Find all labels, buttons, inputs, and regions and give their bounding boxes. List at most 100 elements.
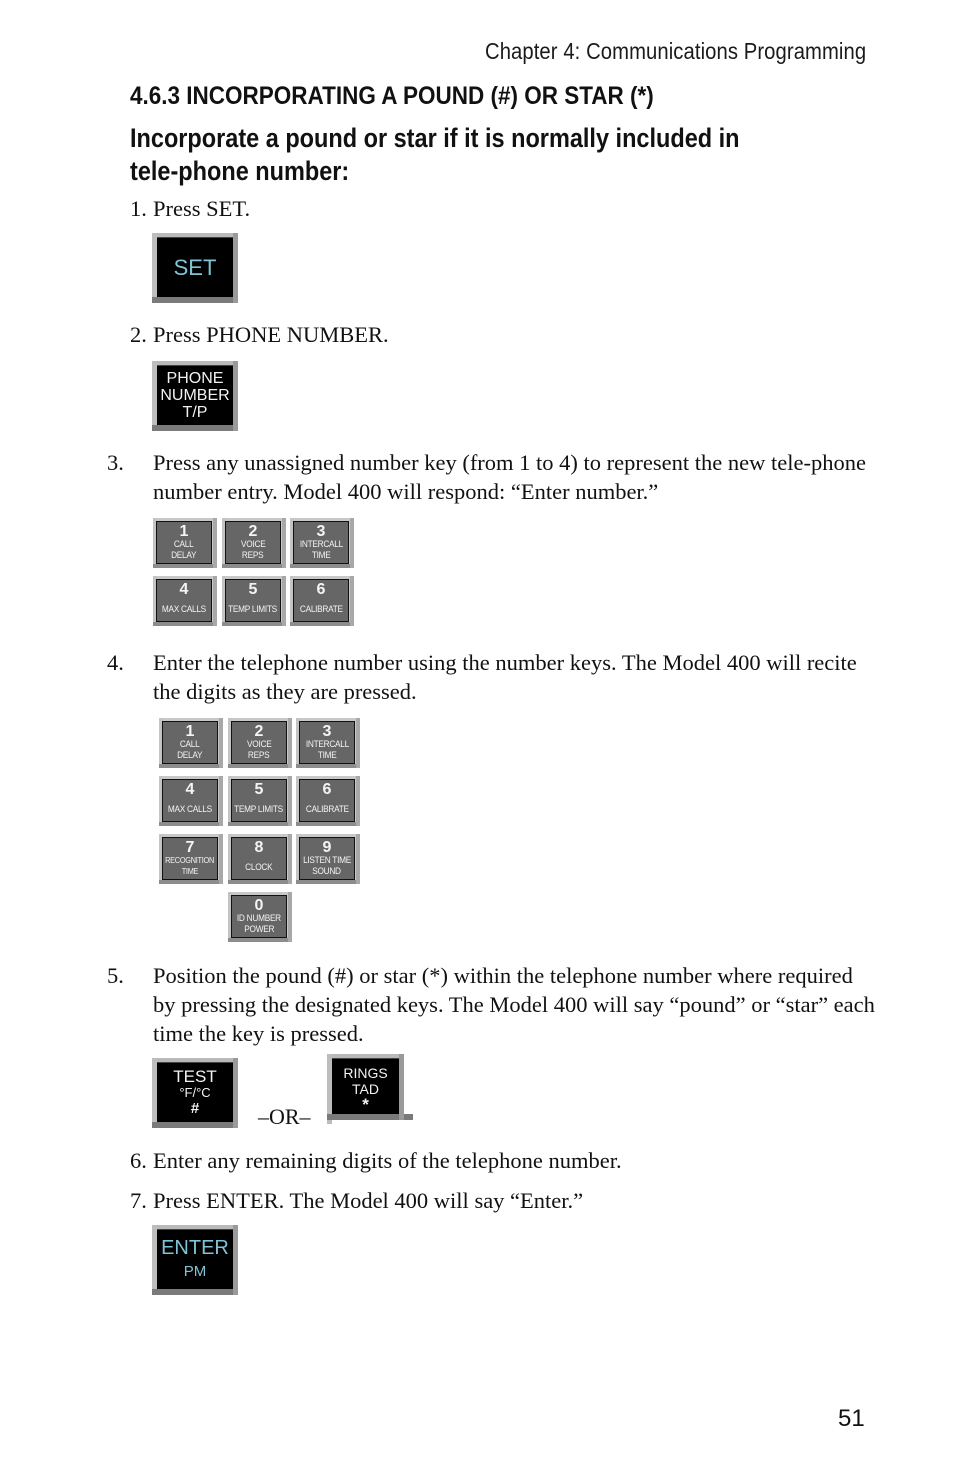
key-3: 3 INTERCALL TIME <box>296 718 360 768</box>
step-text: 3. Press any unassigned number key (from… <box>107 448 875 506</box>
step-5: 5. Position the pound (#) or star (*) wi… <box>107 961 875 1048</box>
key-label: CALL <box>174 539 194 549</box>
key-digit: 7 <box>185 839 195 856</box>
key-label: CALIBRATE <box>299 604 343 614</box>
key-label-line2: NUMBER <box>160 387 230 404</box>
step-number: 3. <box>107 450 124 475</box>
or-separator: –OR– <box>258 1104 311 1129</box>
step-text: Press SET. <box>153 196 251 221</box>
enter-key: ENTER PM <box>152 1225 238 1295</box>
key-label: MAX CALLS <box>167 804 212 814</box>
key-label: TEMP LIMITS <box>228 604 278 614</box>
step-body: Press any unassigned number key (from 1 … <box>153 450 866 504</box>
key-label: INTERCALL <box>299 539 343 549</box>
key-label: INTERCALL <box>305 739 349 749</box>
key-digit: 1 <box>185 723 195 740</box>
step-text: Press PHONE NUMBER. <box>153 322 389 347</box>
key-6: 6 CALIBRATE <box>296 776 360 826</box>
step-body: Enter the telephone number using the num… <box>153 650 857 704</box>
test-pound-key: TEST °F/°C # <box>152 1058 238 1128</box>
key-label: REPS <box>242 550 264 560</box>
section-subtitle: Incorporate a pound or star if it is nor… <box>130 123 740 186</box>
key-digit: 3 <box>322 723 332 740</box>
step-body: Position the pound (#) or star (*) withi… <box>153 963 875 1046</box>
step-2: 2. Press PHONE NUMBER. <box>130 320 389 349</box>
key-label-line1: TEST <box>173 1066 217 1086</box>
key-digit: 8 <box>254 839 264 856</box>
key-4: 4 MAX CALLS <box>153 576 217 626</box>
running-head: Chapter 4: Communications Programming <box>484 38 866 64</box>
step-3: 3. Press any unassigned number key (from… <box>107 448 875 506</box>
pound-icon: # <box>190 1099 200 1117</box>
key-label-line1: ENTER <box>161 1236 229 1259</box>
key-8: 8 CLOCK <box>228 834 292 884</box>
key-2: 2 VOICE REPS <box>222 518 286 568</box>
key-label: SOUND <box>312 866 342 876</box>
key-label-line1: RINGS <box>343 1065 388 1081</box>
key-label: ID NUMBER <box>237 913 281 923</box>
step-text: 4. Enter the telephone number using the … <box>107 648 875 706</box>
step-7: 7. Press ENTER. The Model 400 will say “… <box>130 1186 583 1215</box>
step-text: 5. Position the pound (#) or star (*) wi… <box>107 961 875 1048</box>
key-label: DELAY <box>171 550 197 560</box>
key-label: TIME <box>317 750 337 760</box>
key-digit: 5 <box>254 781 264 798</box>
key-label: LISTEN TIME <box>303 855 351 865</box>
key-label: DELAY <box>177 750 203 760</box>
step-number: 2. <box>130 322 147 347</box>
step-6: 6. Enter any remaining digits of the tel… <box>130 1146 622 1175</box>
step-text: Enter any remaining digits of the teleph… <box>153 1148 622 1173</box>
key-label: CALIBRATE <box>305 804 349 814</box>
key-digit: 6 <box>322 781 332 798</box>
rings-star-key: RINGS TAD * <box>327 1054 413 1124</box>
star-icon: * <box>362 1095 369 1114</box>
step-number: 6. <box>130 1148 147 1173</box>
key-label: TIME <box>311 550 331 560</box>
key-digit: 4 <box>179 581 189 598</box>
key-label: VOICE <box>240 539 266 549</box>
step-number: 5. <box>107 963 124 988</box>
key-7: 7 RECOGNITION TIME <box>159 834 223 884</box>
key-label-line1: PHONE <box>166 370 224 387</box>
page-number: 51 <box>838 1405 865 1432</box>
key-label: TIME <box>181 867 199 876</box>
key-label: REPS <box>248 750 270 760</box>
key-digit: 2 <box>248 523 258 540</box>
step-text: Press ENTER. The Model 400 will say “Ent… <box>153 1188 584 1213</box>
key-label: CLOCK <box>245 862 273 872</box>
key-label-line2: PM <box>183 1262 207 1280</box>
step-4: 4. Enter the telephone number using the … <box>107 648 875 706</box>
key-2: 2 VOICE REPS <box>228 718 292 768</box>
key-digit: 9 <box>322 839 332 856</box>
key-3: 3 INTERCALL TIME <box>290 518 354 568</box>
set-key: SET <box>152 233 238 303</box>
step-1: 1. Press SET. <box>130 194 250 223</box>
key-label: TEMP LIMITS <box>234 804 284 814</box>
key-0: 0 ID NUMBER POWER <box>228 892 292 942</box>
key-digit: 5 <box>248 581 258 598</box>
key-digit: 4 <box>185 781 195 798</box>
section-title: 4.6.3 INCORPORATING A POUND (#) OR STAR … <box>130 82 654 110</box>
key-digit: 1 <box>179 523 189 540</box>
phone-number-key: PHONE NUMBER T/P <box>152 361 238 431</box>
key-6: 6 CALIBRATE <box>290 576 354 626</box>
key-label: POWER <box>244 924 274 934</box>
key-digit: 2 <box>254 723 264 740</box>
key-digit: 6 <box>316 581 326 598</box>
key-1: 1 CALL DELAY <box>153 518 217 568</box>
key-label: MAX CALLS <box>161 604 206 614</box>
step-number: 7. <box>130 1188 147 1213</box>
step-number: 4. <box>107 650 124 675</box>
key-label: RECOGNITION <box>165 856 215 865</box>
key-5: 5 TEMP LIMITS <box>228 776 292 826</box>
set-key-label: SET <box>173 254 217 280</box>
step-number: 1. <box>130 196 147 221</box>
key-digit: 0 <box>254 897 264 914</box>
key-label-line2: °F/°C <box>179 1084 211 1100</box>
key-9: 9 LISTEN TIME SOUND <box>296 834 360 884</box>
key-label: VOICE <box>246 739 272 749</box>
key-label: CALL <box>180 739 200 749</box>
key-label-line3: T/P <box>182 404 208 421</box>
key-digit: 3 <box>316 523 326 540</box>
key-5: 5 TEMP LIMITS <box>222 576 286 626</box>
